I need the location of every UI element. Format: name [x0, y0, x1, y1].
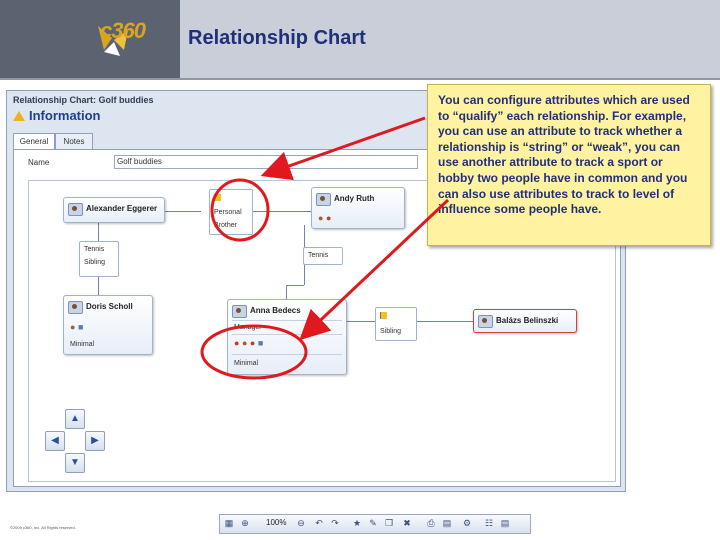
- layout-icon[interactable]: ▦: [222, 516, 236, 531]
- logo-text: c360: [100, 18, 146, 43]
- callout-text: You can configure attributes which are u…: [438, 93, 690, 217]
- influence-label: Minimal: [70, 341, 95, 348]
- connector: [415, 321, 473, 322]
- user-icon: ●: [70, 322, 76, 332]
- user-group-icon: ●: [325, 213, 332, 223]
- relation-label: Personal: [214, 209, 242, 216]
- zoom-out-icon[interactable]: ⊖: [294, 516, 308, 531]
- pan-right-button[interactable]: ▶: [85, 431, 105, 451]
- name-label: Name: [28, 158, 50, 167]
- warning-icon: [13, 111, 25, 121]
- relation-label: Tennis: [308, 252, 329, 259]
- add-person-icon[interactable]: ★: [350, 516, 364, 531]
- relation-label: Sibling: [84, 259, 106, 266]
- chart-icon[interactable]: ▤: [498, 516, 512, 531]
- name-field[interactable]: Golf buddies: [114, 155, 418, 169]
- divider: [232, 334, 342, 335]
- role-icons: ● ● ● ■: [234, 338, 263, 348]
- influence-label: Minimal: [234, 360, 259, 367]
- person-name: Balázs Belinszki: [496, 316, 559, 325]
- person-icon: [478, 315, 493, 328]
- flag-icon: [380, 312, 387, 319]
- person-icon: [68, 203, 83, 216]
- role-icons: ● ●: [318, 213, 331, 223]
- connector: [98, 275, 99, 295]
- person-name: Doris Scholl: [86, 302, 133, 311]
- person-name: Andy Ruth: [334, 194, 375, 203]
- person-name: Alexander Eggerer: [86, 204, 158, 213]
- delete-icon[interactable]: ✖: [400, 516, 414, 531]
- user-icon: ●: [318, 213, 324, 223]
- connector: [286, 285, 304, 286]
- undo-icon[interactable]: ↶: [312, 516, 326, 531]
- header-rule: [0, 78, 720, 80]
- copyright-footer: ©2009 c360, Inc. All Rights reserved.: [10, 525, 76, 530]
- redo-icon[interactable]: ↷: [328, 516, 342, 531]
- user-icon: ●: [241, 338, 248, 348]
- person-card-andy-ruth[interactable]: Andy Ruth ● ●: [311, 187, 405, 229]
- connector: [345, 321, 375, 322]
- person-card-doris-scholl[interactable]: Doris Scholl ● ■ Minimal: [63, 295, 153, 355]
- copy-icon[interactable]: ❐: [382, 516, 396, 531]
- card-icon: ■: [77, 322, 84, 332]
- section-title: Information: [29, 108, 101, 123]
- navigation-pad: ▲ ◀ ▶ ▼: [45, 409, 105, 473]
- connector: [163, 211, 201, 212]
- divider: [232, 354, 342, 355]
- connector: [286, 285, 287, 299]
- relation-label: Tennis: [84, 246, 105, 253]
- person-card-balazs-belinszki[interactable]: Balázs Belinszki: [473, 309, 577, 333]
- person-icon: [232, 305, 247, 318]
- person-icon: [316, 193, 331, 206]
- tab-notes[interactable]: Notes: [55, 133, 93, 149]
- export-icon[interactable]: ▤: [440, 516, 454, 531]
- chart-toolbar: ▦ ⊕ 100% ⊖ ↶ ↷ ★ ✎ ❐ ✖ ⎙ ▤ ⚙ ☷ ▤: [219, 514, 531, 534]
- pan-left-button[interactable]: ◀: [45, 431, 65, 451]
- zoom-in-icon[interactable]: ⊕: [238, 516, 252, 531]
- window-title: Relationship Chart: Golf buddies: [13, 95, 154, 105]
- user-icon: ●: [249, 338, 256, 348]
- person-name: Anna Bedecs: [250, 306, 301, 315]
- relation-card-personal-brother[interactable]: Personal Brother: [209, 189, 253, 235]
- grid-icon[interactable]: ☷: [482, 516, 496, 531]
- relation-label: Sibling: [380, 328, 402, 335]
- slide-title: Relationship Chart: [188, 27, 366, 49]
- person-card-anna-bedecs[interactable]: Anna Bedecs Manager ● ● ● ■ Minimal: [227, 299, 347, 375]
- pan-up-button[interactable]: ▲: [65, 409, 85, 429]
- print-icon[interactable]: ⎙: [424, 516, 438, 531]
- settings-icon[interactable]: ⚙: [460, 516, 474, 531]
- relation-card-sibling[interactable]: Sibling: [375, 307, 417, 341]
- role-icons: ● ■: [70, 322, 83, 332]
- user-icon: ●: [234, 338, 240, 348]
- edit-icon[interactable]: ✎: [366, 516, 380, 531]
- role-label: Manager: [234, 324, 262, 331]
- zoom-level: 100%: [266, 518, 287, 527]
- card-icon: ■: [257, 338, 264, 348]
- relation-card-tennis-sibling[interactable]: Tennis Sibling: [79, 241, 119, 277]
- relation-label: Brother: [214, 222, 237, 229]
- pan-down-button[interactable]: ▼: [65, 453, 85, 473]
- callout-note: You can configure attributes which are u…: [427, 84, 711, 246]
- tab-general[interactable]: General: [13, 133, 55, 149]
- person-icon: [68, 301, 83, 314]
- person-card-alexander-eggerer[interactable]: Alexander Eggerer: [63, 197, 165, 223]
- relation-card-tennis[interactable]: Tennis: [303, 247, 343, 265]
- flag-icon: [214, 194, 221, 201]
- divider: [232, 320, 342, 321]
